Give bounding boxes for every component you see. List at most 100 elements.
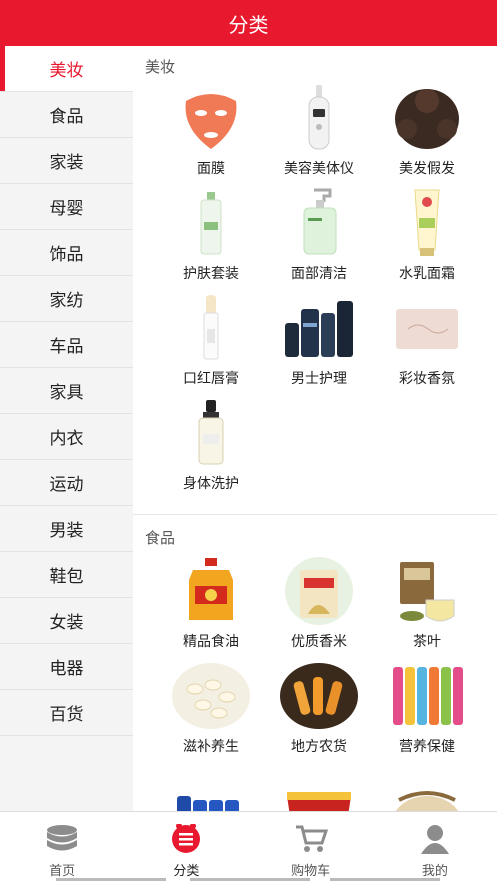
category-label: 水乳面霜 bbox=[399, 266, 455, 282]
category-cell[interactable] bbox=[265, 765, 373, 811]
sidebar-item-jewelry[interactable]: 饰品 bbox=[0, 230, 133, 276]
sidebar-item-textiles[interactable]: 家纺 bbox=[0, 276, 133, 322]
sidebar-item-label: 母婴 bbox=[49, 199, 84, 219]
category-cell[interactable]: 口红唇膏 bbox=[157, 292, 265, 397]
category-cell[interactable]: 地方农货 bbox=[265, 660, 373, 765]
grains-icon bbox=[387, 765, 467, 811]
category-label: 面膜 bbox=[197, 161, 225, 177]
cart-icon bbox=[294, 824, 328, 858]
category-cell[interactable]: 精品食油 bbox=[157, 555, 265, 660]
sidebar-item-home-decor[interactable]: 家装 bbox=[0, 138, 133, 184]
category-cell[interactable]: 茶叶 bbox=[373, 555, 481, 660]
sidebar-item-appliances[interactable]: 电器 bbox=[0, 644, 133, 690]
category-cell[interactable]: 美容美体仪 bbox=[265, 82, 373, 187]
category-label: 精品食油 bbox=[183, 634, 239, 650]
category-label: 营养保健 bbox=[399, 739, 455, 755]
user-icon bbox=[419, 824, 451, 858]
makeup-grid: 面膜 美容美体仪 美发假发 护肤套装 面部清洁 水乳面霜 口红唇膏 男士护理 彩… bbox=[133, 82, 497, 502]
sidebar-item-general[interactable]: 百货 bbox=[0, 690, 133, 736]
sidebar-item-label: 家纺 bbox=[49, 291, 84, 311]
category-label: 口红唇膏 bbox=[183, 371, 239, 387]
tab-label: 购物车 bbox=[291, 864, 331, 879]
sidebar-item-car[interactable]: 车品 bbox=[0, 322, 133, 368]
sidebar-item-label: 百货 bbox=[49, 705, 84, 725]
sidebar-item-sports[interactable]: 运动 bbox=[0, 460, 133, 506]
category-label: 面部清洁 bbox=[291, 266, 347, 282]
rice-icon bbox=[279, 555, 359, 627]
category-icon bbox=[171, 823, 201, 858]
sidebar-item-label: 男装 bbox=[49, 521, 84, 541]
category-cell[interactable]: 护肤套装 bbox=[157, 187, 265, 292]
sidebar-item-underwear[interactable]: 内衣 bbox=[0, 414, 133, 460]
sidebar-item-womenswear[interactable]: 女装 bbox=[0, 598, 133, 644]
category-label: 彩妆香氛 bbox=[399, 371, 455, 387]
sidebar-item-furniture[interactable]: 家具 bbox=[0, 368, 133, 414]
sidebar-item-label: 家装 bbox=[49, 153, 84, 173]
page-title: 分类 bbox=[228, 12, 269, 37]
category-cell[interactable]: 面膜 bbox=[157, 82, 265, 187]
sidebar-item-label: 饰品 bbox=[49, 245, 84, 265]
home-indicator bbox=[56, 878, 166, 881]
category-label: 护肤套装 bbox=[183, 266, 239, 282]
sidebar-item-menswear[interactable]: 男装 bbox=[0, 506, 133, 552]
lipstick-icon bbox=[171, 292, 251, 364]
category-content: 美妆 面膜 美容美体仪 美发假发 护肤套装 面部清洁 水乳面霜 口红唇膏 男士护… bbox=[133, 46, 497, 811]
category-cell[interactable]: 营养保健 bbox=[373, 660, 481, 765]
category-label: 美发假发 bbox=[399, 161, 455, 177]
section-title-makeup: 美妆 bbox=[145, 58, 176, 76]
home-indicator bbox=[190, 878, 310, 881]
category-label: 男士护理 bbox=[291, 371, 347, 387]
instant-noodles-icon bbox=[279, 765, 359, 811]
home-stack-icon bbox=[45, 824, 79, 858]
category-label: 茶叶 bbox=[413, 634, 441, 650]
sidebar-item-makeup[interactable]: 美妆 bbox=[0, 46, 133, 92]
category-cell[interactable] bbox=[373, 765, 481, 811]
category-label: 身体洗护 bbox=[183, 476, 239, 492]
tab-cart[interactable]: 购物车 bbox=[249, 812, 373, 883]
mens-care-icon bbox=[279, 292, 359, 364]
body-wash-icon bbox=[171, 397, 251, 469]
sidebar-item-food[interactable]: 食品 bbox=[0, 92, 133, 138]
food-grid: 精品食油 优质香米 茶叶 滋补养生 地方农货 营养保健 bbox=[133, 555, 497, 811]
sidebar-item-shoes-bags[interactable]: 鞋包 bbox=[0, 552, 133, 598]
face-mask-icon bbox=[171, 82, 251, 154]
category-cell[interactable]: 水乳面霜 bbox=[373, 187, 481, 292]
tab-label: 我的 bbox=[421, 864, 448, 879]
face-cleanser-icon bbox=[279, 187, 359, 259]
sidebar-item-label: 美妆 bbox=[49, 61, 84, 81]
skincare-set-icon bbox=[171, 187, 251, 259]
tab-profile[interactable]: 我的 bbox=[373, 812, 497, 883]
tea-icon bbox=[387, 555, 467, 627]
category-cell[interactable]: 彩妆香氛 bbox=[373, 292, 481, 397]
tab-home[interactable]: 首页 bbox=[0, 812, 124, 883]
beauty-device-icon bbox=[279, 82, 359, 154]
category-cell[interactable]: 滋补养生 bbox=[157, 660, 265, 765]
tab-label: 首页 bbox=[49, 864, 76, 879]
category-cell[interactable]: 男士护理 bbox=[265, 292, 373, 397]
category-sidebar: 美妆 食品 家装 母婴 饰品 家纺 车品 家具 内衣 运动 男装 鞋包 女装 电… bbox=[0, 46, 133, 811]
category-label: 美容美体仪 bbox=[284, 161, 354, 177]
supplement-icon bbox=[387, 660, 467, 732]
sidebar-item-label: 车品 bbox=[49, 337, 84, 357]
category-cell[interactable]: 面部清洁 bbox=[265, 187, 373, 292]
nuts-icon bbox=[171, 660, 251, 732]
face-cream-icon bbox=[387, 187, 467, 259]
sidebar-item-label: 内衣 bbox=[49, 429, 84, 449]
sidebar-item-baby[interactable]: 母婴 bbox=[0, 184, 133, 230]
local-produce-icon bbox=[279, 660, 359, 732]
tab-category[interactable]: 分类 bbox=[124, 812, 248, 883]
section-title-food: 食品 bbox=[145, 529, 176, 547]
category-label: 地方农货 bbox=[291, 739, 347, 755]
home-indicator bbox=[330, 878, 440, 881]
app-header: 分类 bbox=[0, 0, 497, 46]
category-cell[interactable]: 优质香米 bbox=[265, 555, 373, 660]
category-cell[interactable]: 美发假发 bbox=[373, 82, 481, 187]
sidebar-item-label: 女装 bbox=[49, 613, 84, 633]
category-cell[interactable] bbox=[157, 765, 265, 811]
sidebar-item-label: 家具 bbox=[49, 383, 84, 403]
category-cell[interactable]: 身体洗护 bbox=[157, 397, 265, 502]
category-label: 滋补养生 bbox=[183, 739, 239, 755]
drinks-icon bbox=[171, 765, 251, 811]
wig-icon bbox=[387, 82, 467, 154]
category-label: 优质香米 bbox=[291, 634, 347, 650]
